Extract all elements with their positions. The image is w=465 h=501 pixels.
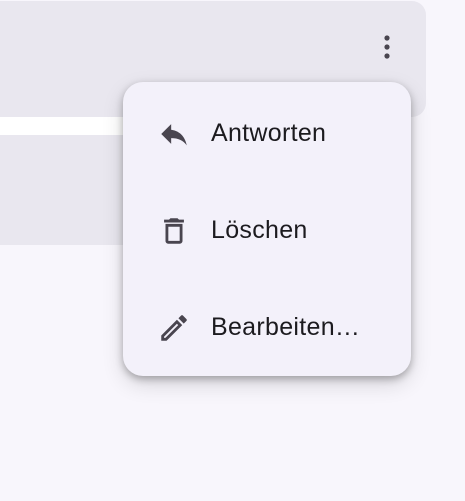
- menu-item-label: Antworten: [211, 119, 327, 147]
- menu-item-delete[interactable]: Löschen: [123, 182, 411, 279]
- delete-icon: [157, 214, 191, 248]
- menu-item-reply[interactable]: Antworten: [123, 85, 411, 182]
- context-menu: Antworten Löschen Bearbeiten…: [123, 82, 411, 376]
- menu-item-edit[interactable]: Bearbeiten…: [123, 279, 411, 376]
- more-options-button[interactable]: [371, 32, 403, 66]
- reply-icon: [157, 117, 191, 151]
- menu-item-label: Bearbeiten…: [211, 313, 361, 341]
- message-divider: [0, 117, 130, 135]
- menu-item-label: Löschen: [211, 216, 308, 244]
- more-vert-icon: [383, 34, 391, 65]
- edit-icon: [157, 311, 191, 345]
